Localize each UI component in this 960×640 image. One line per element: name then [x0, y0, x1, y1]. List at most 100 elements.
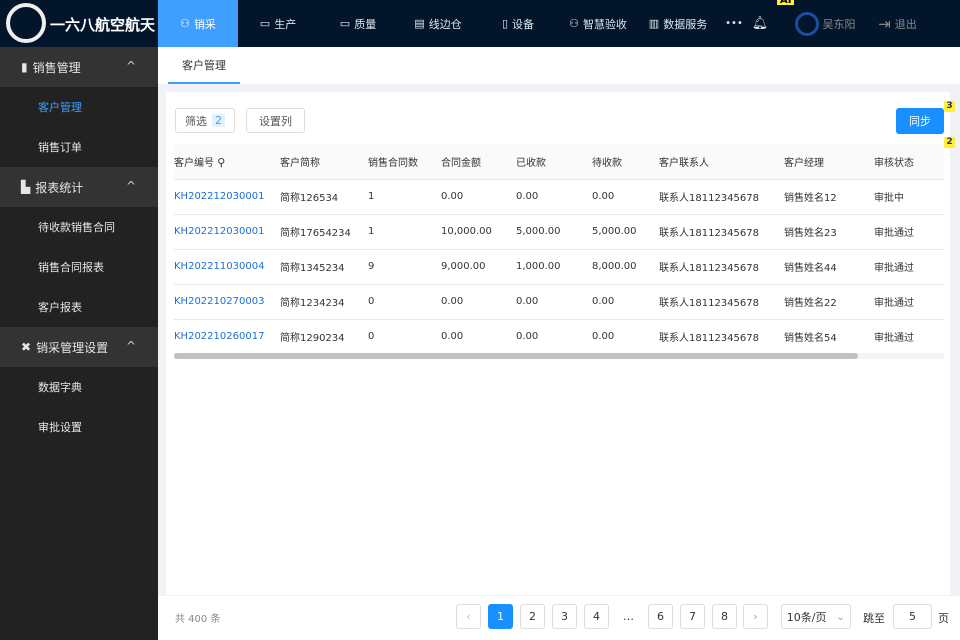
column-header-label: 合同金额: [441, 157, 481, 169]
table-cell: 1,000.00: [516, 249, 592, 285]
table-cell: 0: [368, 284, 441, 320]
table-cell: 销售姓名54: [784, 319, 874, 355]
table-cell: 1: [368, 214, 441, 250]
column-header: 销售合同数: [368, 144, 441, 180]
user-menu[interactable]: 吴东阳: [790, 0, 860, 47]
table-cell: 销售姓名44: [784, 249, 874, 285]
table-cell: 简称1290234: [280, 319, 368, 355]
jump-input[interactable]: 5: [893, 604, 932, 629]
table-cell: 联系人18112345678: [659, 284, 784, 320]
nav-1[interactable]: ▭ 生产: [238, 0, 318, 47]
table-cell: 简称1234234: [280, 284, 368, 320]
laptop-icon: ▭: [339, 17, 351, 30]
horizontal-scrollbar[interactable]: [174, 353, 944, 359]
column-header: 客户联系人: [659, 144, 784, 180]
sidebar-item[interactable]: 销售订单: [0, 127, 158, 167]
table-cell: 销售姓名23: [784, 214, 874, 250]
nav-0[interactable]: ⚇ 销采: [158, 0, 238, 47]
table-cell: 联系人18112345678: [659, 179, 784, 215]
set-columns-button[interactable]: 设置列: [246, 108, 305, 133]
tab-bar: 客户管理: [158, 47, 960, 84]
table-cell: 0.00: [592, 179, 659, 215]
customer-id-link[interactable]: KH202212030001: [174, 214, 280, 250]
chevron-up-icon: ^: [125, 339, 136, 353]
sidebar-group-label: 销采管理设置: [36, 340, 109, 355]
column-header: 审核状态: [874, 144, 944, 180]
clipboard-icon: ▮: [21, 60, 28, 74]
table-cell: 审批中: [874, 179, 944, 215]
nav-3[interactable]: ▤ 线边仓: [398, 0, 478, 47]
jump-label: 跳至: [863, 612, 885, 625]
sidebar-item[interactable]: 销售合同报表: [0, 247, 158, 287]
sidebar-item[interactable]: 待收款销售合同: [0, 207, 158, 247]
table-cell: 审批通过: [874, 319, 944, 355]
table-row: KH202210260017 简称1290234 0 0.00 0.00 0.00 联系人1…: [174, 319, 944, 355]
table-row: KH202210270003 简称1234234 0 0.00 0.00 0.00 联系人1…: [174, 284, 944, 320]
table-row: KH202212030001 简称126534 1 0.00 0.00 0.00 联系人18…: [174, 179, 944, 215]
tab-customer-management[interactable]: 客户管理: [168, 47, 240, 84]
page-button[interactable]: 7: [680, 604, 705, 629]
next-page-button[interactable]: ›: [743, 604, 768, 629]
column-header: 客户经理: [784, 144, 874, 180]
table-cell: 9: [368, 249, 441, 285]
logout-icon: ⇥: [878, 14, 891, 33]
filter-button[interactable]: 筛选 2: [175, 108, 235, 133]
logout-button[interactable]: ⇥ 退出: [870, 0, 925, 47]
table-cell: 0.00: [592, 319, 659, 355]
sidebar-item[interactable]: 数据字典: [0, 367, 158, 407]
page-button[interactable]: 4: [584, 604, 609, 629]
scrollbar-thumb[interactable]: [174, 353, 858, 359]
chevron-down-icon: ⌄: [836, 610, 846, 623]
table-cell: 联系人18112345678: [659, 319, 784, 355]
nav-4[interactable]: ▯ 设备: [478, 0, 558, 47]
sidebar-group[interactable]: ▙ 报表统计 ^: [0, 167, 158, 207]
page-button[interactable]: 8: [712, 604, 737, 629]
bell-icon[interactable]: 🔔︎: [750, 0, 770, 47]
user-name: 吴东阳: [822, 17, 856, 31]
table-cell: 5,000.00: [592, 214, 659, 250]
sidebar-group-label: 报表统计: [35, 180, 84, 195]
page-button[interactable]: 3: [552, 604, 577, 629]
page-button[interactable]: 1: [488, 604, 513, 629]
laptop-icon: ▭: [259, 17, 271, 30]
search-icon[interactable]: ⚲: [217, 156, 225, 169]
sync-button[interactable]: 同步: [896, 108, 944, 134]
logout-label: 退出: [894, 17, 917, 31]
page-button[interactable]: 6: [648, 604, 673, 629]
column-header: 客户简称: [280, 144, 368, 180]
table-cell: 审批通过: [874, 249, 944, 285]
user-icon: ⚇: [180, 17, 190, 30]
sidebar-group[interactable]: ✖ 销采管理设置 ^: [0, 327, 158, 367]
more-button[interactable]: •••: [720, 0, 748, 47]
customer-id-link[interactable]: KH202211030004: [174, 249, 280, 285]
prev-page-button[interactable]: ‹: [456, 604, 481, 629]
column-header-label: 客户简称: [280, 157, 320, 169]
nav-2[interactable]: ▭ 质量: [318, 0, 398, 47]
nav-6[interactable]: ▥ 数据服务: [638, 0, 718, 47]
table-cell: 简称1345234: [280, 249, 368, 285]
customer-id-link[interactable]: KH202210260017: [174, 319, 280, 355]
page-button[interactable]: 2: [520, 604, 545, 629]
chevron-up-icon: ^: [125, 59, 136, 73]
logo: [6, 3, 46, 43]
total-count: 共 400 条: [175, 614, 221, 625]
table-row: KH202211030004 简称1345234 9 9,000.00 1,000.00…: [174, 249, 944, 285]
brand-name: 一六八航空航天: [50, 16, 156, 34]
sidebar-item[interactable]: 客户报表: [0, 287, 158, 327]
table-cell: 0.00: [441, 284, 516, 320]
nav-label: 线边仓: [428, 17, 462, 31]
table-row: KH202212030001 简称17654234 1 10,000.00 5,000.…: [174, 214, 944, 250]
content-card: 筛选 2 设置列 同步 3 2 客户编号 ⚲ 客户简称 销售合同数 合同金额 已收款 待收款…: [166, 92, 955, 595]
sidebar-group[interactable]: ▮ 销售管理 ^: [0, 47, 158, 87]
sidebar-item[interactable]: 客户管理: [0, 87, 158, 127]
column-header: 已收款: [516, 144, 592, 180]
chart-icon: ▥: [648, 17, 660, 30]
page-size-select[interactable]: 10条/页 ⌄: [781, 604, 851, 629]
chevron-up-icon: ^: [125, 179, 136, 193]
sidebar-item[interactable]: 审批设置: [0, 407, 158, 447]
customer-id-link[interactable]: KH202210270003: [174, 284, 280, 320]
customer-id-link[interactable]: KH202212030001: [174, 179, 280, 215]
table-cell: 0.00: [516, 284, 592, 320]
nav-5[interactable]: ⚇ 智慧验收: [558, 0, 638, 47]
column-header-label: 销售合同数: [368, 157, 418, 169]
